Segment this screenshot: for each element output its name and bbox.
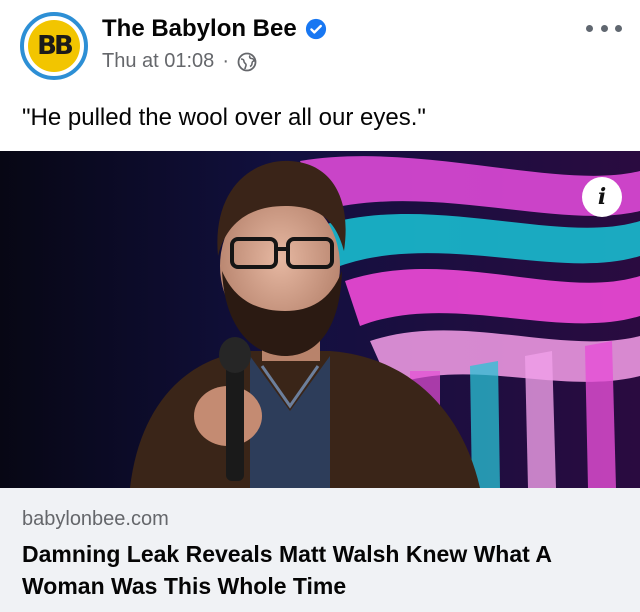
- more-dot-icon: [615, 24, 622, 32]
- post-header: BB The Babylon Bee Thu at 01:08 ·: [0, 0, 640, 92]
- link-preview-card[interactable]: babylonbee.com Damning Leak Reveals Matt…: [0, 488, 640, 612]
- link-domain: babylonbee.com: [22, 508, 169, 530]
- speaker-photo: [0, 151, 640, 488]
- meta-separator: ·: [222, 50, 229, 72]
- link-preview-image[interactable]: i: [0, 151, 640, 488]
- post-meta: Thu at 01:08 ·: [102, 50, 257, 73]
- link-title[interactable]: Damning Leak Reveals Matt Walsh Knew Wha…: [22, 538, 622, 602]
- info-button[interactable]: i: [582, 177, 622, 217]
- page-name-row: The Babylon Bee: [102, 15, 327, 43]
- more-dot-icon: [600, 24, 608, 32]
- post-caption: "He pulled the wool over all our eyes.": [22, 104, 426, 131]
- globe-icon: [237, 52, 257, 71]
- page-name[interactable]: The Babylon Bee: [102, 15, 297, 43]
- more-dot-icon: [586, 24, 593, 32]
- babylon-bee-logo: BB: [28, 20, 80, 72]
- more-options-button[interactable]: [586, 18, 622, 38]
- post-timestamp[interactable]: Thu at 01:08: [102, 50, 214, 73]
- verified-badge-icon: [305, 18, 326, 40]
- page-avatar[interactable]: BB: [20, 12, 88, 80]
